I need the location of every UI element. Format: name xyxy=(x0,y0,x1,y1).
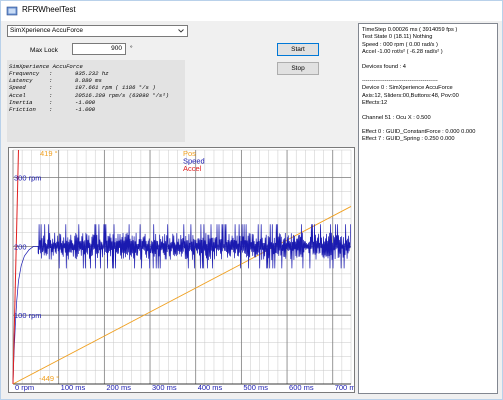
info-row: Speed: 197.661 rpm ( 1186 °/s ) xyxy=(9,84,185,91)
max-lock-unit: ° xyxy=(130,45,133,52)
info-value: 197.661 rpm ( 1186 °/s ) xyxy=(75,84,156,92)
info-separator: : xyxy=(49,91,53,99)
status-line xyxy=(362,122,497,129)
status-line: Accel -1.00 rot/s² ( -6.28 rad/s² ) xyxy=(362,49,443,56)
device-dropdown[interactable]: SimXperience AccuForce xyxy=(7,25,188,37)
info-key: Accel xyxy=(9,91,26,99)
status-line: Effect 7 : GUID_Spring : 0.250 0.000 xyxy=(362,136,455,143)
legend-accel: Accel xyxy=(183,164,202,173)
info-key: Inertia xyxy=(9,98,33,106)
telemetry-chart: 300 rpm 200 100 rpm 0 rpm 100 ms 200 ms 300 ms… xyxy=(8,147,355,393)
info-separator: : xyxy=(49,77,53,85)
info-separator: : xyxy=(49,105,53,113)
y-tick-label: 300 rpm xyxy=(14,174,42,183)
info-separator: : xyxy=(49,98,53,106)
y-tick-label: 100 rpm xyxy=(14,311,42,320)
pos-max-label: 419 ° xyxy=(40,149,58,158)
max-lock-input[interactable]: 900 xyxy=(72,43,126,55)
device-dropdown-value: SimXperience AccuForce xyxy=(10,27,83,34)
app-icon xyxy=(6,6,18,16)
x-tick-label: 200 ms xyxy=(106,383,131,392)
x-tick-label: 400 ms xyxy=(198,383,223,392)
status-line: Channel 51 : Ocu X : 0.500 xyxy=(362,114,431,121)
status-line: Test State 0 (18.11) Nothing xyxy=(362,34,433,41)
info-row: Frequency: 935.232 hz xyxy=(9,70,185,77)
x-tick-label: 500 ms xyxy=(243,383,268,392)
status-line xyxy=(362,108,497,115)
speed-series-line xyxy=(12,224,351,385)
info-key: Friction xyxy=(9,105,36,113)
status-line: Device 0 : SimXperience AccuForce xyxy=(362,85,453,92)
device-info-title: SimXperience AccuForce xyxy=(9,63,83,70)
status-line: Effect 0 : GUID_ConstantForce : 0.000 0.… xyxy=(362,128,476,135)
device-info-panel: SimXperience AccuForce Frequency: 935.232… xyxy=(7,60,185,142)
x-tick-label: 0 rpm xyxy=(15,383,34,392)
info-row: Inertia: -1.000 xyxy=(9,99,185,106)
title-bar: RFRWheelTest xyxy=(1,1,502,21)
info-value: 935.232 hz xyxy=(75,70,109,77)
status-log-panel[interactable]: TimeStep 0.00026 ms ( 3914059 fps ) Test … xyxy=(358,23,498,394)
info-value: -1.000 xyxy=(75,98,96,106)
info-row: Latency: 8.880 ms xyxy=(9,77,185,84)
status-line: Axis:12, Sliders:00,Buttons:48, Pov:00 xyxy=(362,92,459,99)
telemetry-chart-svg: 300 rpm 200 100 rpm 0 rpm 100 ms 200 ms 300 ms… xyxy=(12,149,354,392)
info-row: Accel: 20516.289 rpm/s (63098 °/s²) xyxy=(9,92,185,99)
start-button[interactable]: Start xyxy=(277,43,319,56)
app-window: RFRWheelTest SimXperience AccuForce Max … xyxy=(0,0,503,400)
chevron-down-icon xyxy=(178,29,184,33)
y-tick-label: 200 xyxy=(14,242,27,251)
status-line: Speed : 000 rpm ( 0.00 rad/s ) xyxy=(362,41,438,48)
accel-series-line xyxy=(12,149,19,385)
info-key: Speed xyxy=(9,84,26,92)
max-lock-label: Max Lock xyxy=(30,47,58,54)
info-value: 20516.289 rpm/s (63098 °/s²) xyxy=(75,91,169,99)
status-line: ---------------------------------------- xyxy=(362,77,438,84)
stop-button[interactable]: Stop xyxy=(277,62,319,75)
info-value: 8.880 ms xyxy=(75,77,102,85)
x-tick-label: 600 ms xyxy=(289,383,314,392)
status-line: Devices found : 4 xyxy=(362,63,406,70)
x-tick-label: 100 ms xyxy=(61,383,86,392)
pos-min-label: -449 ° xyxy=(39,374,59,383)
pos-series-line xyxy=(12,206,352,385)
info-separator: : xyxy=(49,70,53,77)
x-tick-label: 700 ms xyxy=(335,383,354,392)
info-value: -1.000 xyxy=(75,105,96,113)
status-line xyxy=(362,71,497,78)
info-key: Latency xyxy=(9,77,33,85)
x-tick-label: 300 ms xyxy=(152,383,177,392)
status-line: Effects:12 xyxy=(362,100,388,107)
info-row: Friction: -1.000 xyxy=(9,106,185,113)
status-line: TimeStep 0.00026 ms ( 3914059 fps ) xyxy=(362,27,458,33)
window-title: RFRWheelTest xyxy=(22,5,76,14)
status-line xyxy=(362,57,497,64)
info-key: Frequency xyxy=(9,70,40,77)
info-separator: : xyxy=(49,84,53,92)
